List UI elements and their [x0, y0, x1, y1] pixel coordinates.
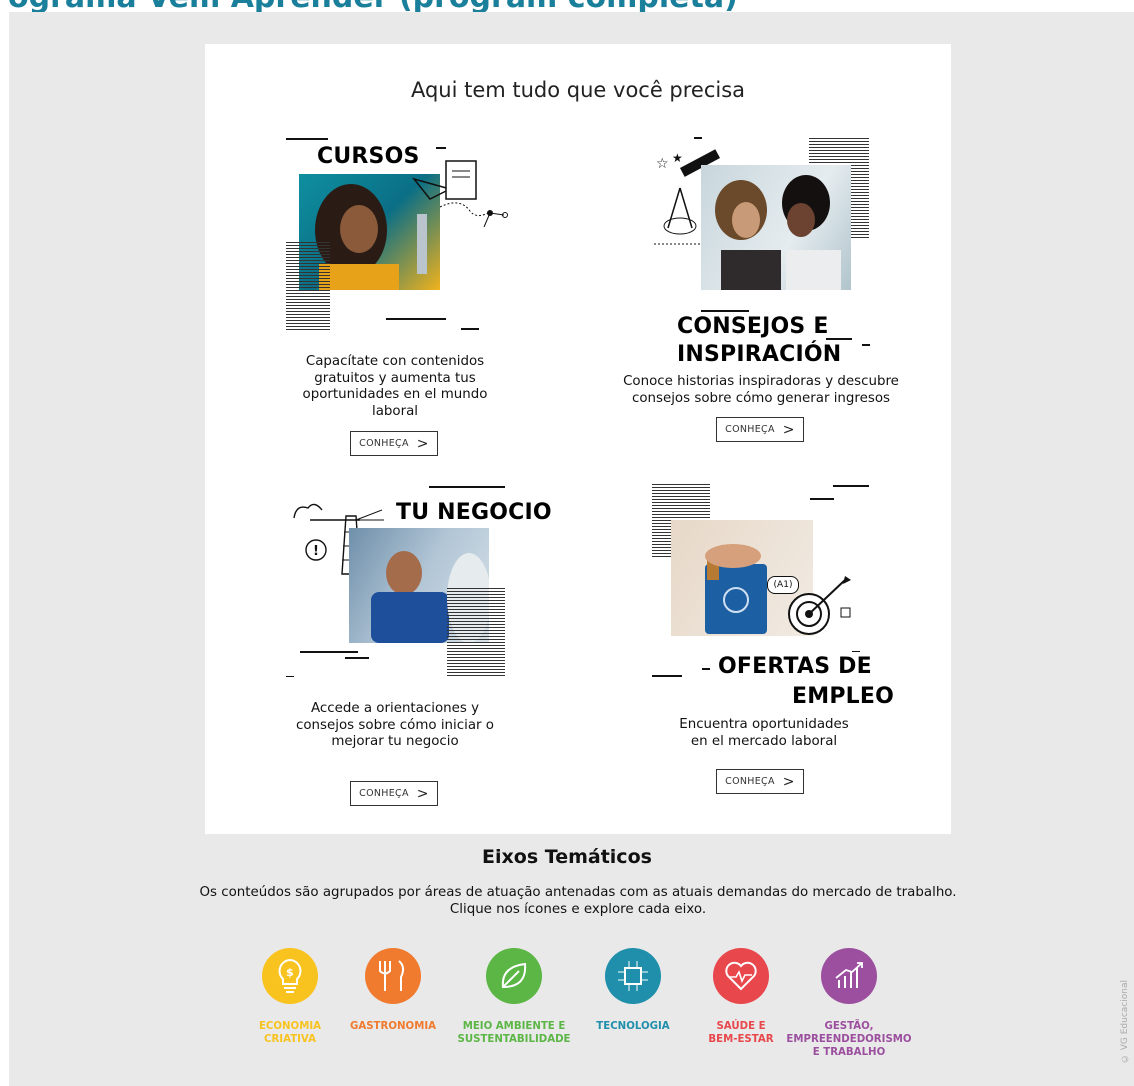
tile-title-negocio: TU NEGOCIO	[396, 500, 552, 525]
eixos-title: Eixos Temáticos	[482, 846, 652, 868]
deco-line	[810, 498, 834, 500]
conheca-button-negocio[interactable]: CONHEÇA >	[350, 781, 438, 806]
svg-text:!: !	[313, 544, 319, 559]
deco-line	[701, 310, 749, 312]
eixos-description: Os conteúdos são agrupados por áreas de …	[0, 885, 1134, 918]
svg-text:$: $	[286, 966, 294, 979]
eixo-label-line: CRIATIVA	[263, 1034, 317, 1045]
eixos-desc-line2: Clique nos ícones e explore cada eixo.	[449, 901, 707, 917]
deco-line	[702, 668, 710, 670]
tile-title-cursos: CURSOS	[317, 144, 420, 169]
chevron-right-icon: >	[782, 773, 795, 790]
eixo-gestao[interactable]: GESTÃO, EMPREENDEDORISMO E TRABALHO	[779, 948, 919, 1059]
svg-text:★: ★	[672, 151, 683, 165]
deco-line	[461, 328, 479, 330]
svg-text:☆: ☆	[656, 156, 669, 172]
tile-desc-ofertas: Encuentra oportunidades en el mercado la…	[679, 717, 849, 749]
deco-line	[286, 138, 328, 140]
photo-two-women	[701, 165, 851, 290]
eixo-label-line: GASTRONOMIA	[349, 1021, 437, 1032]
target-arrow-icon	[788, 576, 851, 635]
eixo-label: GASTRONOMIA	[323, 1020, 463, 1033]
card-title: Aqui tem tudo que você precisa	[410, 78, 746, 102]
deco-line	[386, 318, 446, 320]
eixo-label-line: E TRABALHO	[812, 1047, 886, 1058]
deco-line	[652, 675, 682, 677]
eixo-label-line: SUSTENTABILIDADE	[457, 1034, 571, 1045]
page-header: ograma Vem Aprender (program completa)	[0, 0, 1134, 12]
eixo-circle: $	[262, 948, 318, 1004]
button-label: CONHEÇA	[725, 776, 775, 787]
eixo-circle	[821, 948, 877, 1004]
eixo-circle	[365, 948, 421, 1004]
tile-desc-consejos: Conoce historias inspiradoras y descubre…	[623, 374, 899, 406]
eixo-gastronomia[interactable]: GASTRONOMIA	[323, 948, 463, 1033]
eixos-desc-line1: Os conteúdos são agrupados por áreas de …	[199, 885, 957, 900]
eixo-label-line: GESTÃO,	[824, 1021, 874, 1032]
page-header-title: ograma Vem Aprender (program completa)	[8, 0, 738, 12]
deco-line	[862, 344, 870, 346]
copyright-credit: © VG Educacional	[1120, 980, 1130, 1064]
stripes-decor	[286, 242, 330, 330]
leaf-icon	[501, 962, 527, 989]
eixo-circle	[605, 948, 661, 1004]
deco-line	[436, 147, 446, 149]
deco-line	[429, 486, 505, 488]
deco-line	[286, 676, 294, 677]
tile-desc-negocio: Accede a orientaciones y consejos sobre …	[296, 701, 494, 749]
heart-pulse-icon	[725, 961, 757, 991]
chevron-right-icon: >	[416, 435, 429, 452]
chevron-right-icon: >	[782, 421, 795, 438]
tile-title-ofertas-2: EMPLEO	[792, 684, 894, 709]
stripes-decor	[447, 588, 505, 676]
deco-line	[833, 485, 869, 487]
button-label: CONHEÇA	[359, 438, 409, 449]
deco-line	[826, 338, 852, 340]
button-label: CONHEÇA	[359, 788, 409, 799]
deco-line	[852, 651, 860, 652]
eixo-label-line: EMPREENDEDORISMO	[786, 1034, 912, 1045]
eixo-circle	[486, 948, 542, 1004]
circuit-chip-icon	[618, 961, 648, 991]
fork-knife-icon	[379, 960, 405, 991]
eixo-circle	[713, 948, 769, 1004]
tile-title-ofertas-1: OFERTAS DE	[718, 654, 872, 679]
conheca-button-ofertas[interactable]: CONHEÇA >	[716, 769, 804, 794]
conheca-button-cursos[interactable]: CONHEÇA >	[350, 431, 438, 456]
chart-growth-icon	[835, 962, 863, 988]
tile-desc-cursos: Capacítate con contenidos gratuitos y au…	[302, 354, 488, 419]
deco-line	[345, 657, 369, 659]
tile-title-consejos-1: CONSEJOS E	[677, 314, 829, 339]
lightbulb-dollar-icon: $	[278, 958, 302, 993]
tile-title-consejos-2: INSPIRACIÓN	[677, 342, 842, 367]
paper-plane-certificate-icon	[411, 160, 508, 228]
eixo-label: GESTÃO, EMPREENDEDORISMO E TRABALHO	[779, 1020, 919, 1059]
chevron-right-icon: >	[416, 785, 429, 802]
deco-line	[694, 137, 702, 139]
button-label: CONHEÇA	[725, 424, 775, 435]
deco-line	[300, 651, 358, 653]
conheca-button-consejos[interactable]: CONHEÇA >	[716, 417, 804, 442]
